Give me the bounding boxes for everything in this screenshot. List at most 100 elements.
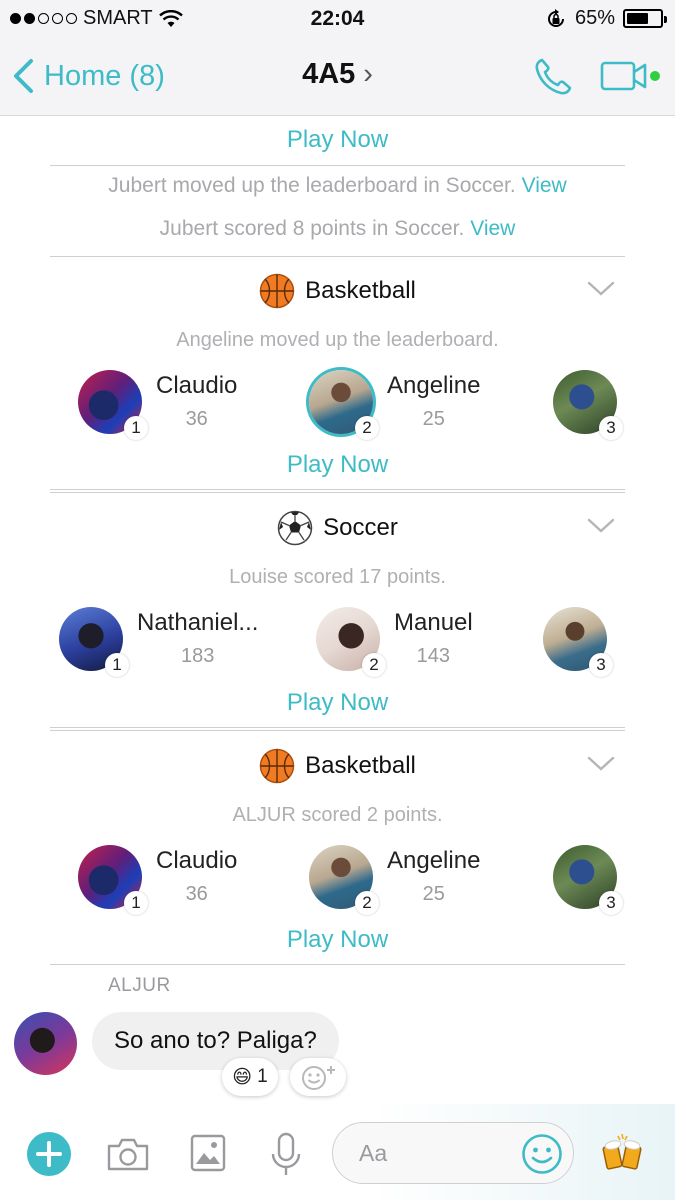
online-status-dot — [650, 71, 660, 81]
rank-badge: 1 — [105, 653, 129, 677]
avatar: 3 — [543, 607, 613, 677]
rank-badge: 2 — [362, 653, 386, 677]
gallery-button[interactable] — [190, 1134, 226, 1177]
rank-badge: 3 — [599, 891, 623, 915]
battery-icon — [623, 9, 667, 28]
soccer-ball-icon — [277, 510, 313, 546]
reaction-badge[interactable]: 😄 1 — [222, 1058, 278, 1096]
camera-button[interactable] — [106, 1136, 150, 1177]
basketball-icon — [259, 748, 295, 784]
beer-mugs-icon — [602, 1133, 642, 1170]
game-card-header[interactable]: Basketball — [0, 748, 675, 784]
message-input-placeholder: Aa — [359, 1140, 388, 1166]
divider — [50, 165, 625, 166]
battery-percent: 65% — [574, 7, 615, 29]
rank-badge: 1 — [124, 891, 148, 915]
divider — [50, 256, 625, 257]
player-score: 143 — [416, 645, 451, 667]
player-name: Angeline — [387, 372, 481, 399]
notice-text: Jubert scored 8 points in Soccer. — [159, 217, 465, 240]
leaderboard-player[interactable]: 1 Nathaniel... 183 — [59, 607, 259, 677]
player-name: Nathaniel... — [137, 609, 259, 636]
camera-icon — [107, 1138, 149, 1171]
player-score: 25 — [422, 883, 445, 905]
composer-bar: Aa — [0, 1104, 675, 1200]
battery-fill — [627, 13, 648, 24]
game-card-header[interactable]: Soccer — [0, 510, 675, 546]
player-score: 183 — [181, 645, 215, 667]
emoji-button[interactable] — [521, 1133, 563, 1180]
rank-badge: 1 — [124, 416, 148, 440]
rotation-lock-icon — [547, 8, 564, 27]
rank-badge: 3 — [599, 416, 623, 440]
game-card-header[interactable]: Basketball — [0, 273, 675, 309]
voice-call-button[interactable] — [532, 56, 574, 103]
play-now-button[interactable]: Play Now — [0, 926, 675, 954]
leaderboard-player[interactable]: 2 Angeline 25 — [309, 845, 481, 915]
leaderboard-player[interactable]: 2 Manuel 143 — [316, 607, 473, 677]
avatar: 1 — [78, 370, 148, 440]
image-icon — [190, 1134, 226, 1172]
status-right: 65% — [545, 7, 667, 30]
view-link[interactable]: View — [522, 174, 567, 197]
avatar: 1 — [59, 607, 129, 677]
conversation-header: Home (8) 4A5 › — [0, 38, 675, 116]
player-score: 36 — [185, 408, 208, 430]
game-title: Soccer — [323, 514, 398, 541]
leaderboard-player[interactable]: 1 Claudio 36 — [78, 370, 238, 440]
game-subtitle: Louise scored 17 points. — [229, 566, 446, 588]
basketball-icon — [259, 273, 295, 309]
avatar: 1 — [78, 845, 148, 915]
player-name: Claudio — [156, 847, 238, 874]
voice-record-button[interactable] — [270, 1132, 302, 1183]
avatar: 2 — [316, 607, 386, 677]
notice-text: Jubert moved up the leaderboard in Socce… — [108, 174, 516, 197]
divider — [50, 964, 625, 965]
game-title: Basketball — [305, 277, 416, 304]
leaderboard-player[interactable]: 3 — [553, 845, 623, 915]
player-name: Claudio — [156, 372, 238, 399]
rank-badge: 3 — [589, 653, 613, 677]
avatar: 3 — [553, 370, 623, 440]
laughing-emoji-icon: 😄 — [232, 1066, 253, 1088]
play-now-button[interactable]: Play Now — [0, 689, 675, 717]
avatar: 3 — [553, 845, 623, 915]
player-name: Angeline — [387, 847, 481, 874]
conversation-title-text: 4A5 — [302, 58, 356, 90]
chevron-down-icon[interactable] — [587, 756, 615, 772]
view-link[interactable]: View — [470, 217, 515, 240]
status-bar: SMART 22:04 65% — [0, 0, 675, 38]
play-now-button[interactable]: Play Now — [0, 451, 675, 479]
rank-badge: 2 — [355, 891, 379, 915]
chevron-right-icon: › — [363, 58, 373, 90]
play-now-button[interactable]: Play Now — [0, 126, 675, 154]
reaction-count: 1 — [257, 1066, 268, 1087]
leaderboard-player[interactable]: 2 Angeline 25 — [309, 370, 481, 440]
phone-icon — [535, 58, 572, 95]
smiley-icon — [522, 1134, 562, 1174]
player-score: 25 — [422, 408, 445, 430]
leaderboard-notice: Jubert moved up the leaderboard in Socce… — [0, 174, 675, 198]
message-input[interactable]: Aa — [332, 1122, 574, 1184]
quick-reaction-button[interactable] — [602, 1132, 644, 1179]
more-actions-button[interactable] — [27, 1132, 71, 1181]
game-title: Basketball — [305, 752, 416, 779]
game-subtitle: ALJUR scored 2 points. — [232, 804, 443, 826]
game-subtitle: Angeline moved up the leaderboard. — [176, 329, 499, 351]
divider — [50, 727, 625, 731]
chevron-down-icon[interactable] — [587, 518, 615, 534]
leaderboard-player[interactable]: 3 — [553, 370, 623, 440]
leaderboard-player[interactable]: 3 — [543, 607, 613, 677]
rank-badge: 2 — [355, 416, 379, 440]
sender-avatar[interactable] — [14, 1012, 77, 1075]
player-name: Manuel — [394, 609, 473, 636]
microphone-icon — [271, 1132, 301, 1175]
player-score: 36 — [185, 883, 208, 905]
add-reaction-button[interactable] — [290, 1058, 346, 1096]
sender-name: ALJUR — [108, 975, 171, 996]
video-call-button[interactable] — [600, 60, 664, 99]
chevron-down-icon[interactable] — [587, 281, 615, 297]
divider — [50, 489, 625, 493]
leaderboard-player[interactable]: 1 Claudio 36 — [78, 845, 238, 915]
add-reaction-icon — [302, 1066, 335, 1090]
